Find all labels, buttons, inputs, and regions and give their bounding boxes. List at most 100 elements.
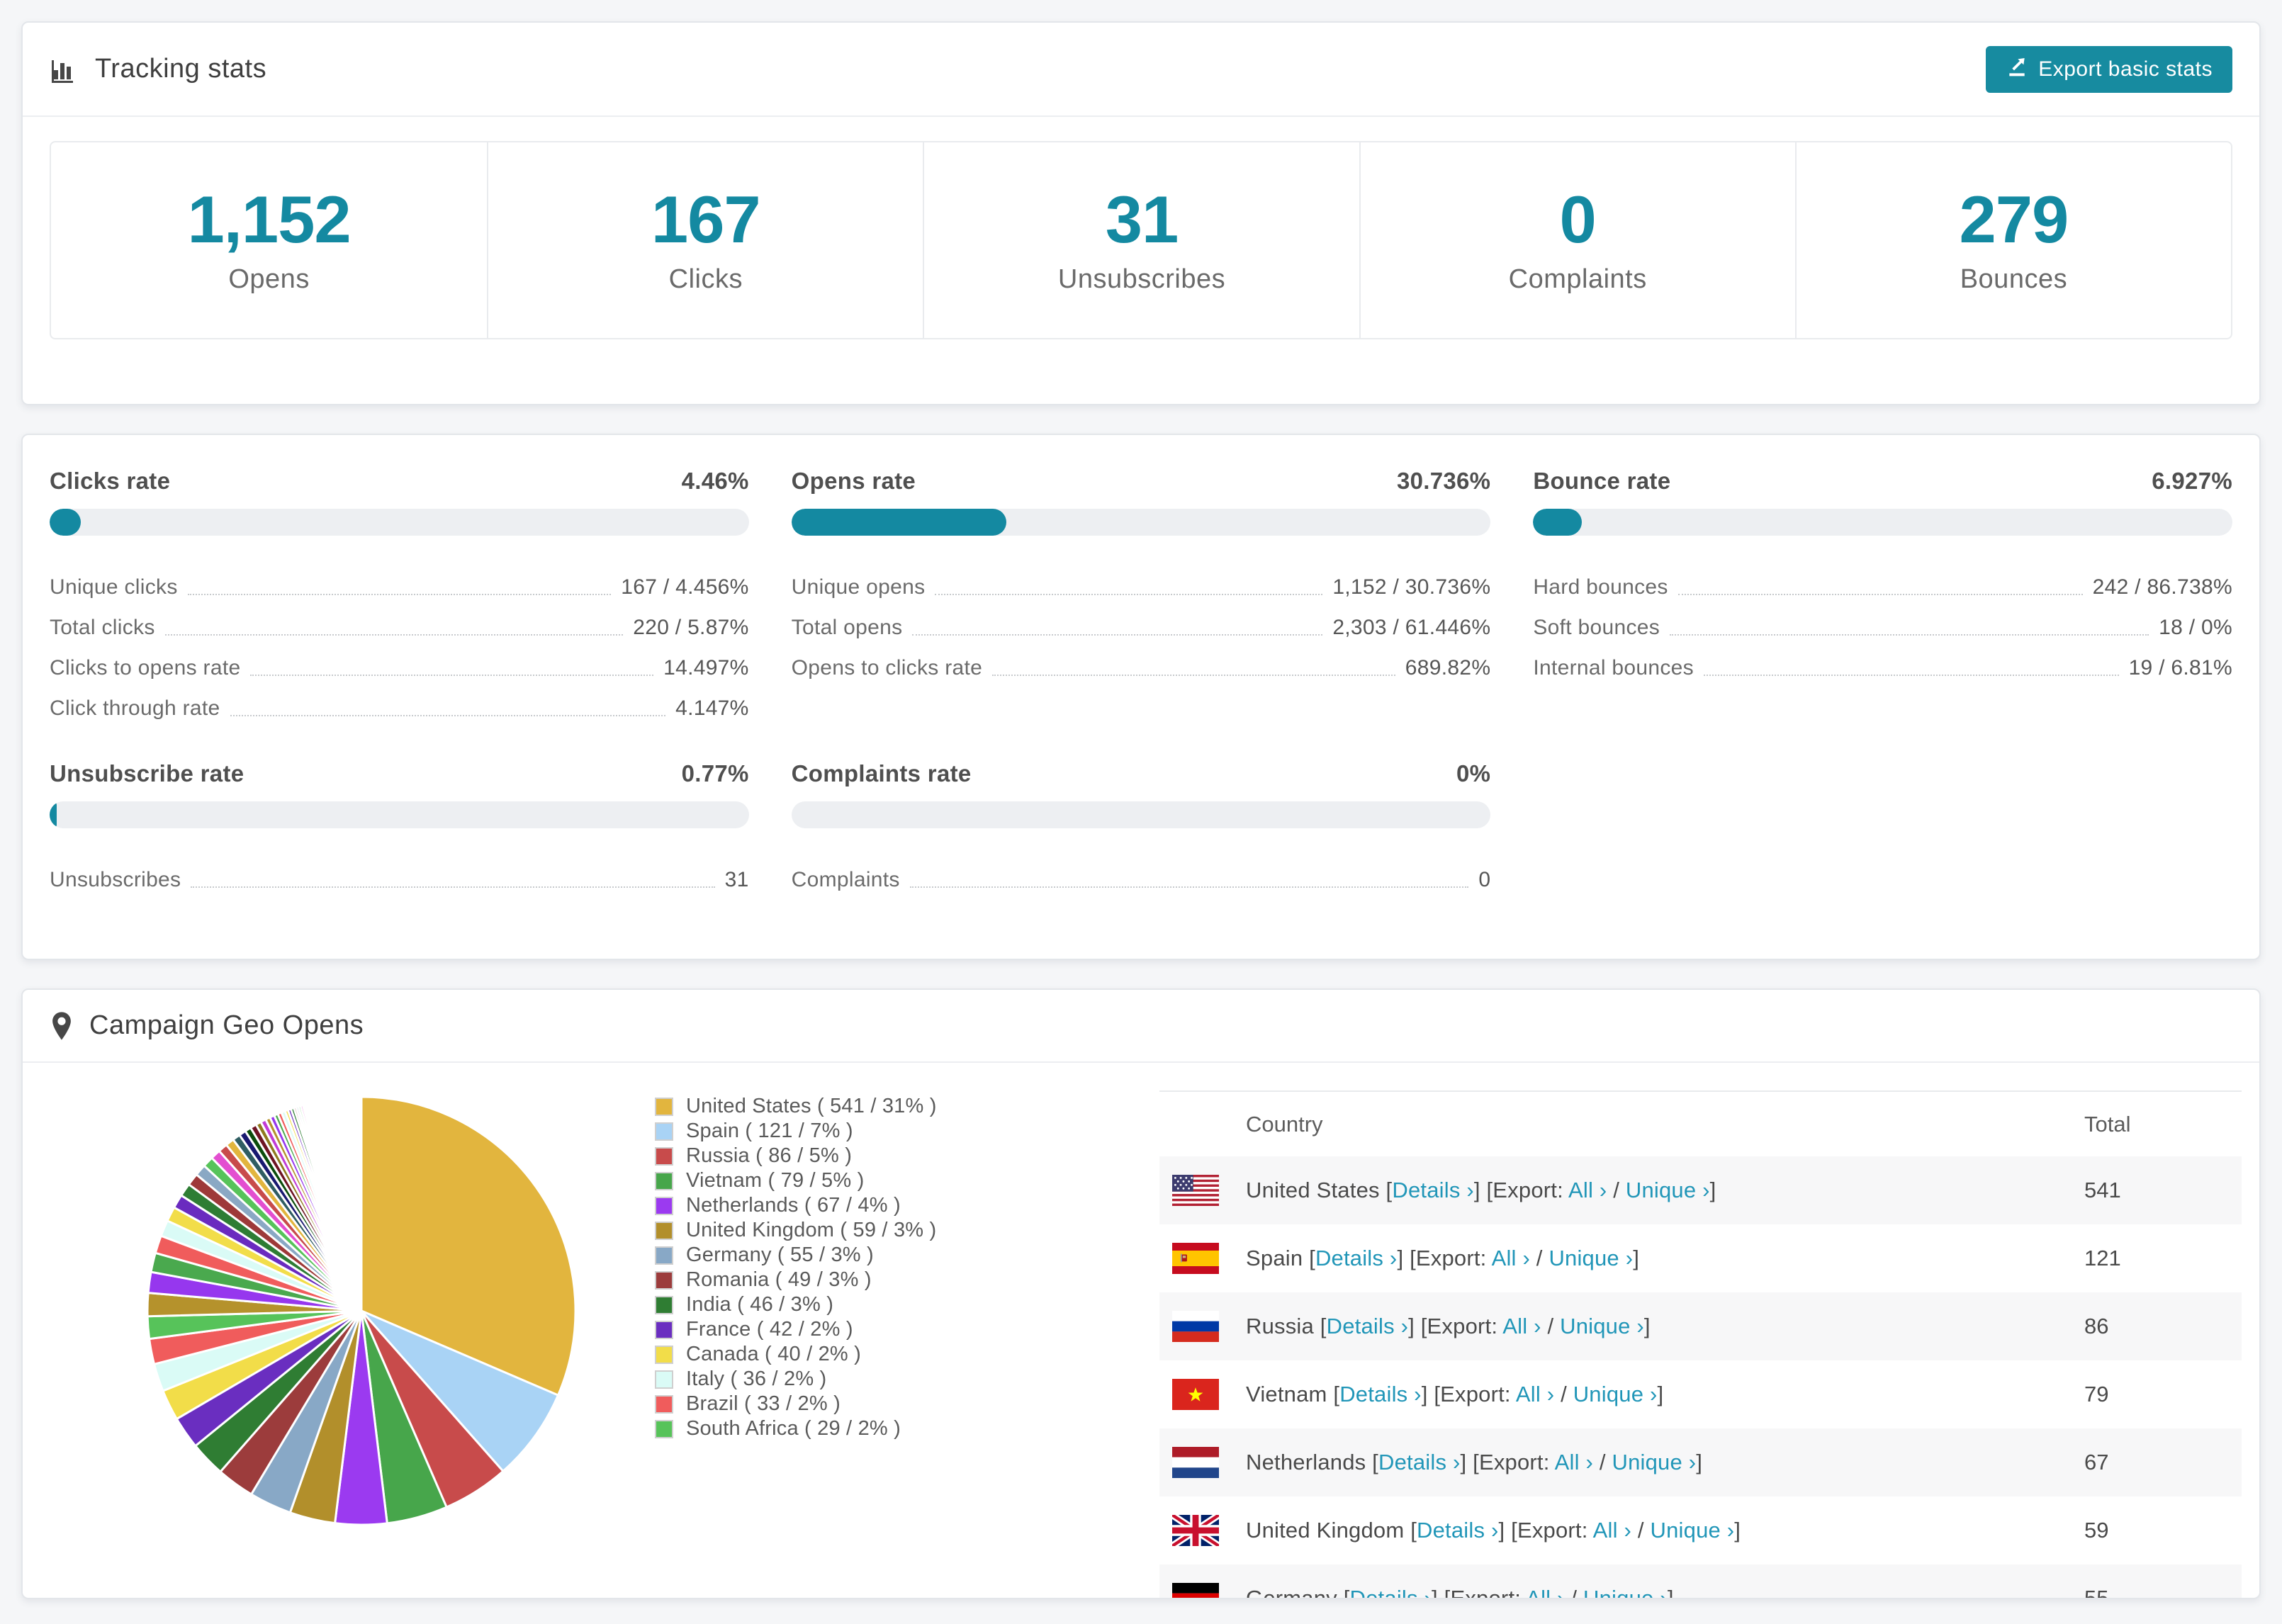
details-link[interactable]: Details › [1392, 1178, 1474, 1202]
country-cell: United States [Details ›] [Export: All ›… [1246, 1178, 1716, 1203]
table-row: United Kingdom [Details ›] [Export: All … [1159, 1496, 2242, 1564]
export-all-link[interactable]: All › [1502, 1314, 1541, 1338]
total-value: 86 [2084, 1314, 2109, 1338]
country-cell: United Kingdom [Details ›] [Export: All … [1246, 1518, 1741, 1543]
country-name: Vietnam [1246, 1382, 1334, 1406]
table-body: United States [Details ›] [Export: All ›… [1159, 1156, 2242, 1599]
legend-swatch [655, 1146, 673, 1166]
pie-legend: United States ( 541 / 31% ) Spain ( 121 /… [655, 1094, 937, 1441]
legend-label: Netherlands ( 67 / 4% ) [686, 1194, 901, 1217]
export-all-link[interactable]: All › [1516, 1382, 1554, 1406]
rate-panel: Bounce rate 6.927% Hard bounces 242 / 86.73… [1533, 468, 2232, 728]
rate-row-label: Soft bounces [1533, 615, 1660, 639]
stat-label: Unsubscribes [1057, 264, 1226, 294]
total-value: 541 [2084, 1178, 2121, 1202]
legend-label: United States ( 541 / 31% ) [686, 1095, 937, 1117]
bracket-text: / [1607, 1178, 1626, 1202]
country-cell: Netherlands [Details ›] [Export: All › /… [1246, 1450, 1702, 1475]
legend-item: Russia ( 86 / 5% ) [655, 1144, 937, 1168]
total-value: 79 [2084, 1382, 2109, 1406]
country-name: Russia [1246, 1314, 1320, 1338]
rate-title: Unsubscribe rate [50, 760, 244, 786]
details-link[interactable]: Details › [1350, 1586, 1432, 1598]
export-unique-link[interactable]: Unique › [1573, 1382, 1658, 1406]
leader-dots [1703, 674, 2119, 676]
rate-row-value: 0 [1478, 867, 1491, 891]
bracket-text: ] [1657, 1382, 1664, 1406]
export-all-link[interactable]: All › [1555, 1450, 1593, 1474]
details-link[interactable]: Details › [1339, 1382, 1422, 1406]
stat-value: 167 [651, 181, 761, 256]
export-all-link[interactable]: All › [1593, 1518, 1631, 1543]
bracket-text: [ [1343, 1586, 1350, 1599]
rates-card: Clicks rate 4.46% Unique clicks 167 / 4.456… [21, 434, 2261, 960]
rate-row-label: Unique opens [791, 575, 926, 599]
details-link[interactable]: Details › [1315, 1246, 1398, 1270]
rate-head: Opens rate 30.736% [792, 468, 1491, 495]
stat-label: Clicks [668, 264, 743, 294]
bracket-text: ] [Export: [1432, 1586, 1527, 1599]
rate-panel: Clicks rate 4.46% Unique clicks 167 / 4.456… [50, 468, 749, 728]
geo-header: Campaign Geo Opens [23, 990, 2259, 1063]
geo-body: United States ( 541 / 31% ) Spain ( 121 /… [23, 1063, 2259, 1598]
legend-label: United Kingdom ( 59 / 3% ) [686, 1219, 937, 1241]
rate-row: Complaints 0 [792, 859, 1491, 900]
tracking-stats-title: Tracking stats [95, 54, 267, 84]
export-unique-link[interactable]: Unique › [1548, 1246, 1633, 1270]
progress-bar [791, 509, 1491, 536]
export-unique-link[interactable]: Unique › [1583, 1586, 1668, 1598]
export-unique-link[interactable]: Unique › [1560, 1314, 1644, 1338]
rate-value: 0.77% [681, 760, 749, 786]
bracket-text: [ [1320, 1314, 1327, 1338]
rate-rows: Unique clicks 167 / 4.456% Total clicks 220… [50, 567, 749, 728]
progress-bar [50, 801, 749, 828]
rate-row-label: Unique clicks [50, 575, 178, 599]
bracket-text: [ [1309, 1246, 1315, 1270]
leader-dots [164, 633, 624, 636]
export-unique-link[interactable]: Unique › [1651, 1518, 1735, 1543]
rate-row-value: 18 / 0% [2159, 615, 2232, 639]
rate-value: 30.736% [1396, 468, 1491, 494]
details-link[interactable]: Details › [1417, 1518, 1499, 1543]
bracket-text: ] [1696, 1450, 1703, 1474]
legend-item: Netherlands ( 67 / 4% ) [655, 1193, 937, 1218]
export-icon [2006, 55, 2028, 84]
bracket-text: / [1541, 1314, 1561, 1338]
legend-label: Spain ( 121 / 7% ) [686, 1120, 853, 1142]
legend-item: Spain ( 121 / 7% ) [655, 1119, 937, 1144]
export-all-link[interactable]: All › [1568, 1178, 1607, 1202]
rate-row-label: Unsubscribes [50, 867, 181, 891]
rate-value: 6.927% [2152, 468, 2232, 494]
details-link[interactable]: Details › [1378, 1450, 1461, 1474]
column-header-country: Country [1246, 1111, 1323, 1137]
legend-label: Vietnam ( 79 / 5% ) [686, 1169, 865, 1192]
ru-flag-icon [1172, 1311, 1219, 1342]
rate-head: Clicks rate 4.46% [50, 468, 749, 495]
rate-rows: Complaints 0 [792, 859, 1491, 900]
geo-title: Campaign Geo Opens [89, 1010, 364, 1040]
details-link[interactable]: Details › [1327, 1314, 1409, 1338]
export-all-link[interactable]: All › [1526, 1586, 1564, 1598]
rate-row-label: Hard bounces [1533, 575, 1668, 599]
stat-box: 0 Complaints [1359, 142, 1795, 338]
rate-row: Unique clicks 167 / 4.456% [50, 567, 749, 607]
rate-row-value: 242 / 86.738% [2092, 575, 2232, 599]
rate-value: 0% [1456, 760, 1491, 786]
rate-row-value: 19 / 6.81% [2128, 655, 2232, 680]
bracket-text: ] [1643, 1314, 1651, 1338]
bracket-text: ] [1709, 1178, 1716, 1202]
leader-dots [191, 886, 715, 888]
rate-rows: Unsubscribes 31 [50, 859, 749, 900]
export-unique-link[interactable]: Unique › [1626, 1178, 1710, 1202]
bracket-text: / [1631, 1518, 1651, 1543]
export-basic-stats-button[interactable]: Export basic stats [1986, 45, 2232, 93]
export-unique-link[interactable]: Unique › [1612, 1450, 1697, 1474]
legend-label: Romania ( 49 / 3% ) [686, 1268, 872, 1291]
rate-row-value: 31 [724, 867, 749, 891]
leader-dots [187, 593, 612, 595]
rate-row: Unsubscribes 31 [50, 859, 749, 900]
es-flag-icon [1172, 1243, 1219, 1274]
export-all-link[interactable]: All › [1492, 1246, 1530, 1270]
table-row: Germany [Details ›] [Export: All › / Uni… [1159, 1564, 2242, 1599]
legend-swatch [655, 1246, 673, 1265]
